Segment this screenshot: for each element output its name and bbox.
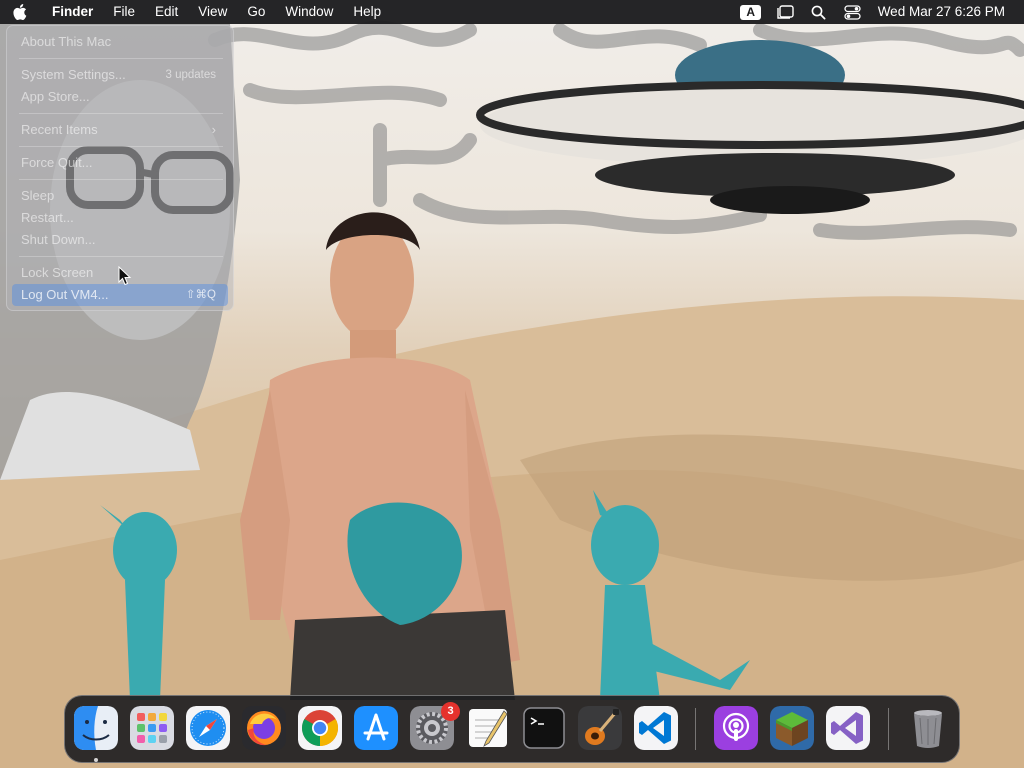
dock-separator (695, 708, 696, 750)
menu-go[interactable]: Go (237, 0, 275, 24)
finder-icon (74, 706, 118, 750)
menu-item-force-quit[interactable]: Force Quit... (12, 152, 228, 174)
keyboard-shortcut: ⇧⌘Q (185, 289, 216, 301)
running-indicator (94, 758, 98, 762)
menu-item-system-settings[interactable]: System Settings... 3 updates (12, 64, 228, 86)
menu-separator (19, 113, 223, 114)
app-store-icon (354, 706, 398, 750)
input-source-icon: A (740, 4, 762, 20)
submenu-chevron-icon: › (211, 122, 216, 137)
dock-item-visual-studio-code[interactable] (634, 706, 678, 750)
menu-item-label: Shut Down... (21, 232, 96, 247)
dock-item-finder[interactable] (74, 706, 118, 750)
menu-separator (19, 146, 223, 147)
firefox-icon (242, 706, 286, 750)
menu-item-label: App Store... (21, 89, 90, 104)
notification-badge: 3 (441, 702, 460, 721)
dock-item-garageband[interactable] (578, 706, 622, 750)
dock-item-visual-studio[interactable] (826, 706, 870, 750)
updates-count: 3 updates (165, 69, 216, 81)
trash-icon (914, 710, 942, 748)
garageband-guitar-icon (578, 706, 622, 750)
search-icon (811, 5, 826, 19)
menu-item-label: Sleep (21, 188, 55, 203)
dock-item-podcasts[interactable] (714, 706, 758, 750)
menu-separator (19, 179, 223, 180)
menu-bar-clock[interactable]: Wed Mar 27 6:26 PM (870, 0, 1024, 24)
dock-item-terminal[interactable] (522, 706, 566, 750)
minecraft-grass-block-icon (770, 706, 814, 750)
vscode-icon (634, 706, 678, 750)
dock-item-textedit[interactable] (466, 706, 510, 750)
menu-finder[interactable]: Finder (40, 0, 103, 24)
stage-manager-icon (776, 5, 794, 19)
safari-icon (186, 706, 230, 750)
dock-item-google-chrome[interactable] (298, 706, 342, 750)
menu-window[interactable]: Window (275, 0, 343, 24)
control-center-button[interactable] (836, 0, 870, 24)
menu-edit[interactable]: Edit (145, 0, 188, 24)
menu-file[interactable]: File (103, 0, 145, 24)
dock-item-app-store[interactable] (354, 706, 398, 750)
podcasts-icon (714, 706, 758, 750)
chrome-icon (298, 706, 342, 750)
apple-logo-icon (13, 4, 27, 20)
dock-item-trash[interactable] (906, 706, 950, 750)
menu-separator (19, 58, 223, 59)
dock-item-firefox[interactable] (242, 706, 286, 750)
menu-item-log-out[interactable]: Log Out VM4... ⇧⌘Q (12, 284, 228, 306)
textedit-icon (469, 709, 508, 747)
menu-item-label: About This Mac (21, 34, 112, 49)
menu-separator (19, 256, 223, 257)
launchpad-icon (130, 706, 174, 750)
terminal-icon (523, 707, 565, 749)
control-center-icon (844, 4, 861, 20)
menu-item-label: Recent Items (21, 122, 98, 137)
menu-item-label: Log Out VM4... (21, 287, 109, 302)
dock: 3 (64, 695, 960, 763)
menu-item-sleep[interactable]: Sleep (12, 185, 228, 207)
menu-item-label: Restart... (21, 210, 74, 225)
spotlight-search-button[interactable] (802, 0, 836, 24)
input-source-menu[interactable]: A (734, 0, 768, 24)
mouse-pointer-icon (118, 266, 132, 286)
menu-item-restart[interactable]: Restart... (12, 207, 228, 229)
menu-item-about-this-mac[interactable]: About This Mac (12, 31, 228, 53)
dock-separator (888, 708, 889, 750)
menu-item-label: System Settings... (21, 67, 126, 82)
dock-item-launchpad[interactable] (130, 706, 174, 750)
dock-item-minecraft[interactable] (770, 706, 814, 750)
menu-item-app-store[interactable]: App Store... (12, 86, 228, 108)
menu-item-shut-down[interactable]: Shut Down... (12, 229, 228, 251)
menu-item-label: Force Quit... (21, 155, 93, 170)
menu-help[interactable]: Help (343, 0, 391, 24)
stage-manager-menu[interactable] (768, 0, 802, 24)
menu-bar: Finder File Edit View Go Window Help A W… (0, 0, 1024, 24)
menu-view[interactable]: View (188, 0, 237, 24)
menu-item-label: Lock Screen (21, 265, 94, 280)
visual-studio-icon (826, 706, 870, 750)
menu-item-recent-items[interactable]: Recent Items › (12, 119, 228, 141)
apple-menu-button[interactable] (0, 0, 40, 24)
dock-item-safari[interactable] (186, 706, 230, 750)
